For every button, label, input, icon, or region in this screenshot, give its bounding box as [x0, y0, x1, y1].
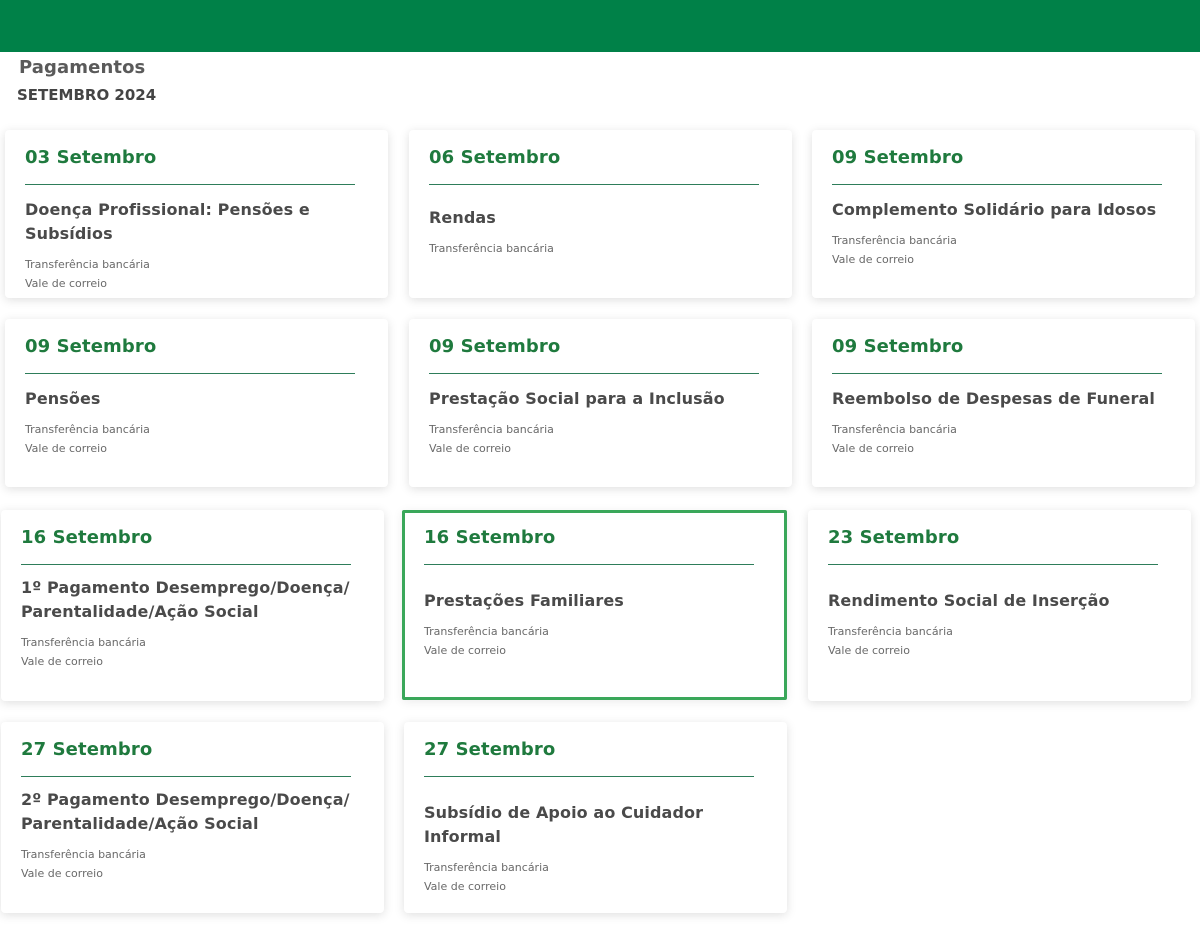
card-method: Vale de correio: [828, 644, 910, 657]
payment-card[interactable]: 27 Setembro Subsídio de Apoio ao Cuidado…: [404, 722, 787, 913]
payment-card-selected[interactable]: 16 Setembro Prestações Familiares Transf…: [402, 510, 787, 700]
payment-card[interactable]: 09 Setembro Reembolso de Despesas de Fun…: [812, 319, 1195, 487]
card-title: Reembolso de Despesas de Funeral: [832, 389, 1155, 408]
card-date: 23 Setembro: [828, 527, 960, 548]
card-date: 09 Setembro: [429, 336, 561, 357]
card-divider: [25, 373, 355, 374]
card-method: Transferência bancária: [25, 423, 150, 436]
card-title: Rendas: [429, 208, 496, 227]
card-date: 09 Setembro: [25, 336, 157, 357]
card-divider: [21, 564, 351, 565]
card-date: 06 Setembro: [429, 147, 561, 168]
card-date: 03 Setembro: [25, 147, 157, 168]
card-date: 27 Setembro: [424, 739, 556, 760]
card-title: Subsídio de Apoio ao Cuidador Informal: [424, 803, 704, 846]
card-method: Transferência bancária: [832, 234, 957, 247]
payment-card[interactable]: 06 Setembro Rendas Transferência bancári…: [409, 130, 792, 298]
page-subtitle: SETEMBRO 2024: [17, 86, 157, 104]
card-method: Vale de correio: [21, 655, 103, 668]
card-title: Pensões: [25, 389, 101, 408]
card-divider: [424, 776, 754, 777]
card-method: Transferência bancária: [429, 423, 554, 436]
card-date: 09 Setembro: [832, 336, 964, 357]
payment-card[interactable]: 03 Setembro Doença Profissional: Pensões…: [5, 130, 388, 298]
card-divider: [429, 373, 759, 374]
card-title: Rendimento Social de Inserção: [828, 591, 1110, 610]
payment-card[interactable]: 09 Setembro Complemento Solidário para I…: [812, 130, 1195, 298]
card-method: Vale de correio: [21, 867, 103, 880]
card-title: Prestação Social para a Inclusão: [429, 389, 725, 408]
card-title: Prestações Familiares: [424, 591, 624, 610]
card-divider: [424, 564, 754, 565]
card-title: Doença Profissional: Pensões e Subsídios: [25, 200, 310, 243]
card-date: 16 Setembro: [424, 527, 556, 548]
card-divider: [21, 776, 351, 777]
card-divider: [828, 564, 1158, 565]
card-title: Complemento Solidário para Idosos: [832, 200, 1157, 219]
card-divider: [832, 184, 1162, 185]
card-divider: [429, 184, 759, 185]
top-bar: [0, 0, 1200, 52]
card-method: Transferência bancária: [21, 848, 146, 861]
card-title: 1º Pagamento Desemprego/Doença/ Parental…: [21, 578, 350, 621]
card-method: Transferência bancária: [832, 423, 957, 436]
card-method: Vale de correio: [429, 442, 511, 455]
card-method: Vale de correio: [25, 277, 107, 290]
card-method: Vale de correio: [832, 253, 914, 266]
payment-card[interactable]: 16 Setembro 1º Pagamento Desemprego/Doen…: [1, 510, 384, 701]
card-method: Transferência bancária: [424, 861, 549, 874]
card-method: Transferência bancária: [424, 625, 549, 638]
page-title: Pagamentos: [19, 57, 146, 78]
payment-card[interactable]: 27 Setembro 2º Pagamento Desemprego/Doen…: [1, 722, 384, 913]
card-method: Transferência bancária: [25, 258, 150, 271]
card-title: 2º Pagamento Desemprego/Doença/ Parental…: [21, 790, 350, 833]
card-divider: [25, 184, 355, 185]
payment-card[interactable]: 09 Setembro Prestação Social para a Incl…: [409, 319, 792, 487]
card-date: 09 Setembro: [832, 147, 964, 168]
card-method: Vale de correio: [832, 442, 914, 455]
card-method: Vale de correio: [424, 880, 506, 893]
payment-card[interactable]: 23 Setembro Rendimento Social de Inserçã…: [808, 510, 1191, 701]
card-divider: [832, 373, 1162, 374]
payment-card[interactable]: 09 Setembro Pensões Transferência bancár…: [5, 319, 388, 487]
card-date: 16 Setembro: [21, 527, 153, 548]
card-method: Transferência bancária: [21, 636, 146, 649]
card-method: Transferência bancária: [429, 242, 554, 255]
card-date: 27 Setembro: [21, 739, 153, 760]
card-method: Transferência bancária: [828, 625, 953, 638]
card-method: Vale de correio: [25, 442, 107, 455]
card-method: Vale de correio: [424, 644, 506, 657]
